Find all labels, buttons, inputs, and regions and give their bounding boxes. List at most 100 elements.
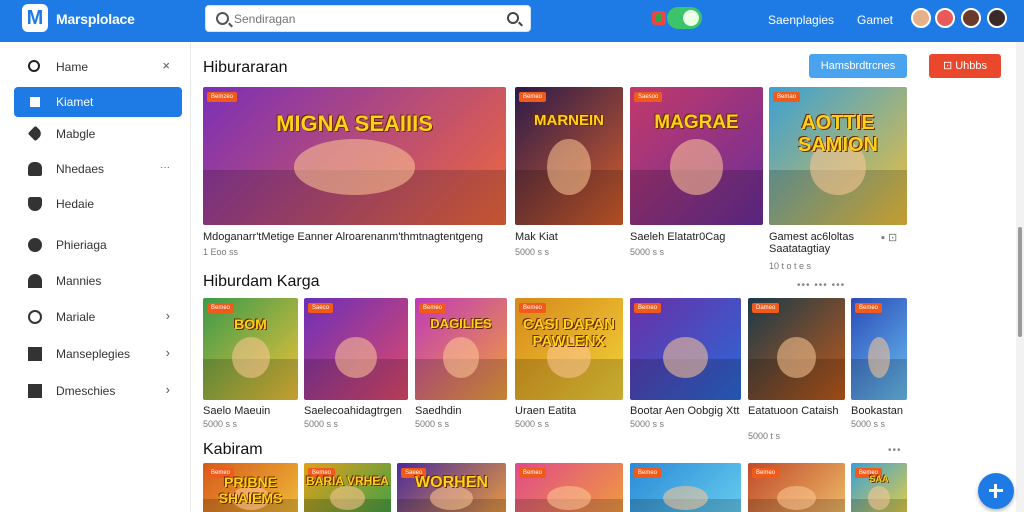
game-thumbnail[interactable]: Bemeo xyxy=(515,463,623,512)
header-link-saenplagies[interactable]: Saenplagies xyxy=(768,13,834,27)
game-title[interactable]: Saelecoahidagtrgen xyxy=(304,405,402,417)
character-art xyxy=(663,336,708,378)
sidebar-item-mannies[interactable]: Mannies xyxy=(14,266,182,296)
top-header: M Marsplolace Saenplagies Gamet xyxy=(0,0,1024,42)
sidebar-item-label: Kiamet xyxy=(56,95,94,109)
game-thumbnail[interactable]: Bemeo PRIBNE SHAIEMS xyxy=(203,463,298,512)
card-extra-icons[interactable]: ▪ ⊡ xyxy=(881,231,897,244)
game-title[interactable]: Eatatuoon Cataish xyxy=(748,405,839,417)
game-thumbnail[interactable]: Saeeo WORHEN xyxy=(397,463,506,512)
section-more-link[interactable]: ••• xyxy=(888,445,902,456)
sidebar-item-phieriaga[interactable]: Phieriaga xyxy=(14,230,182,260)
sidebar-item-dmeschies[interactable]: Dmeschies › xyxy=(14,376,182,406)
game-thumbnail[interactable]: Bemeo SAA xyxy=(851,463,907,512)
more-icon[interactable]: ··· xyxy=(160,162,170,173)
search-icon xyxy=(28,60,40,72)
sidebar-item-hame[interactable]: Hame × xyxy=(14,52,182,82)
game-logo-text: DAGILIES xyxy=(430,316,492,331)
section-title: Hiburdam Karga xyxy=(203,273,320,290)
game-thumbnail[interactable]: Saesoo MAGRAE xyxy=(630,87,763,225)
scrollbar[interactable] xyxy=(1016,42,1024,512)
search-input[interactable] xyxy=(234,10,494,28)
sidebar-item-mariale[interactable]: Mariale › xyxy=(14,302,182,332)
game-thumbnail[interactable]: Bemeo BOM xyxy=(203,298,298,400)
sidebar-item-label: Dmeschies xyxy=(56,384,116,398)
sidebar-item-mabgle[interactable]: Mabgle xyxy=(14,119,182,149)
chevron-right-icon: › xyxy=(165,345,170,360)
character-art xyxy=(867,485,891,510)
game-thumbnail[interactable]: Bemao AOTTIE SAMION xyxy=(769,87,907,225)
search-icon xyxy=(216,12,229,25)
tag-icon xyxy=(27,125,44,142)
game-title[interactable]: Saelo Maeuin xyxy=(203,405,270,417)
brand-name: Marsplolace xyxy=(56,11,135,27)
game-logo-text: AOTTIE SAMION xyxy=(798,112,878,156)
app-logo[interactable]: M xyxy=(22,4,48,32)
game-thumbnail[interactable]: Bemeo xyxy=(630,463,741,512)
avatar[interactable] xyxy=(961,8,981,28)
game-badge: Bemeo xyxy=(634,468,662,478)
game-title[interactable]: Mak Kiat xyxy=(515,231,558,243)
character-art xyxy=(547,139,591,195)
app-switch-icon[interactable] xyxy=(652,11,666,25)
game-title[interactable]: Mdoganarr'tMetige Eanner Alroarenanm'thm… xyxy=(203,231,483,243)
game-logo-text: CASI DAPAN PAWLENX xyxy=(522,316,616,350)
game-thumbnail[interactable]: Bemeo CASI DAPAN PAWLENX xyxy=(515,298,623,400)
game-badge: Saesoo xyxy=(634,92,663,102)
primary-action-button[interactable]: Hamsbrdtrcnes xyxy=(809,54,907,78)
character-art xyxy=(777,485,816,510)
list-icon xyxy=(28,384,42,398)
game-meta: 5000 s s xyxy=(851,419,886,429)
game-thumbnail[interactable]: Dameo xyxy=(748,298,845,400)
game-meta: 5000 s s xyxy=(515,247,550,257)
game-thumbnail[interactable]: Bemeo DAGILIES xyxy=(415,298,507,400)
chevron-right-icon: › xyxy=(165,308,170,323)
game-badge: Bemeo xyxy=(519,303,547,313)
game-title[interactable]: Saeleh Elatatr0Cag xyxy=(630,231,725,243)
game-title[interactable]: Saedhdin xyxy=(415,405,462,417)
game-thumbnail[interactable]: Bemzeo MIGNA SEAIIIS xyxy=(203,87,506,225)
game-thumbnail[interactable]: Bemeo BARIA VRHEA xyxy=(304,463,391,512)
game-thumbnail[interactable]: Saeco xyxy=(304,298,408,400)
theme-toggle[interactable] xyxy=(652,7,702,29)
game-thumbnail[interactable]: Bemeo xyxy=(851,298,907,400)
close-icon[interactable]: × xyxy=(162,58,170,73)
game-thumbnail[interactable]: Bemeo MARNEIN xyxy=(515,87,623,225)
sidebar-item-label: Mabgle xyxy=(56,127,96,141)
header-link-gamet[interactable]: Gamet xyxy=(857,13,893,27)
sidebar-item-kiamet[interactable]: Kiamet xyxy=(14,87,182,117)
game-thumbnail[interactable]: Bemeo xyxy=(630,298,741,400)
sidebar-item-nhedaes[interactable]: Nhedaes ··· xyxy=(14,154,182,184)
game-logo-text: PRIBNE SHAIEMS xyxy=(218,474,283,506)
game-title[interactable]: Uraen Eatita xyxy=(515,405,576,417)
search-bar[interactable] xyxy=(205,5,531,32)
game-title[interactable]: Bootar Aen Oobgig Xtt xyxy=(630,405,739,417)
game-logo-text: MIGNA SEAIIIS xyxy=(276,111,433,136)
sidebar-item-manseplegies[interactable]: Manseplegies › xyxy=(14,339,182,369)
game-thumbnail[interactable]: Bemeo xyxy=(748,463,845,512)
game-badge: Bemzeo xyxy=(207,92,238,102)
game-title[interactable]: Gamest ac6loltas Saatatagtiay xyxy=(769,231,877,255)
game-meta: 5000 s s xyxy=(630,247,665,257)
secondary-action-button[interactable]: ⊡ Uhbbs xyxy=(929,54,1001,78)
game-logo-text: WORHEN xyxy=(415,474,488,491)
square-icon xyxy=(28,95,42,109)
floating-add-button[interactable] xyxy=(978,473,1014,509)
sidebar: Hame × Kiamet Mabgle Nhedaes ··· Hedaie … xyxy=(0,42,191,512)
game-badge: Bemeo xyxy=(519,468,547,478)
character-art xyxy=(669,139,724,195)
section-more-link[interactable]: ••• ••• ••• xyxy=(797,280,845,291)
game-meta: 5000 s s xyxy=(203,419,238,429)
toggle-switch[interactable] xyxy=(667,7,702,29)
game-logo-text: BOM xyxy=(234,316,267,332)
sidebar-item-hedaie[interactable]: Hedaie xyxy=(14,189,182,219)
shield-icon xyxy=(28,197,42,211)
game-badge: Bemeo xyxy=(519,92,547,102)
avatar[interactable] xyxy=(987,8,1007,28)
home-icon xyxy=(28,162,42,176)
scrollbar-thumb[interactable] xyxy=(1018,227,1022,337)
avatar[interactable] xyxy=(911,8,931,28)
search-submit-icon[interactable] xyxy=(507,12,519,24)
avatar[interactable] xyxy=(935,8,955,28)
game-title[interactable]: Bookastan xyxy=(851,405,903,417)
